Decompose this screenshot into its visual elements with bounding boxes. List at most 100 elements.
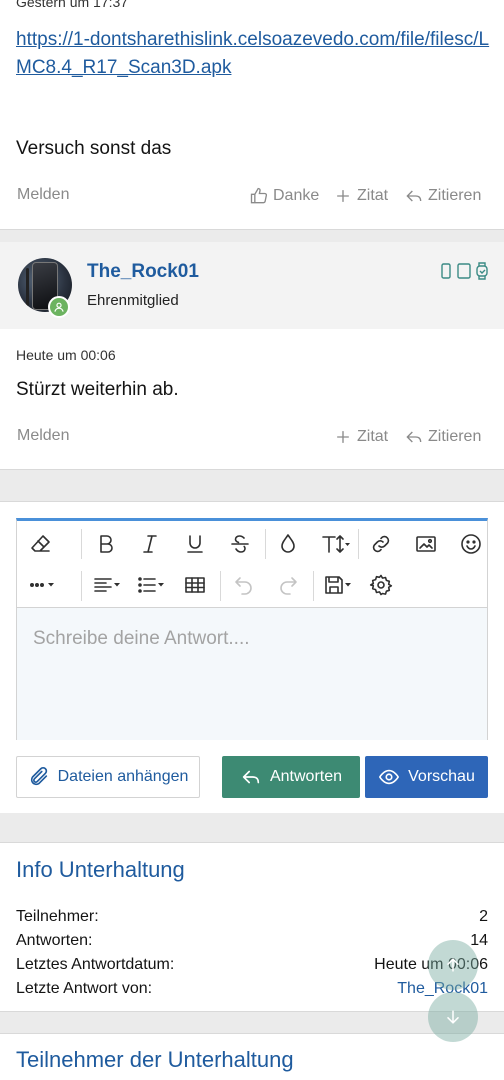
watch-icon: [476, 262, 488, 280]
post-link[interactable]: https://1-dontsharethislink.celsoazevedo…: [16, 26, 490, 82]
info-label: Letztes Antwortdatum:: [16, 956, 175, 973]
undo-button[interactable]: [226, 567, 262, 603]
plus-icon: [337, 190, 349, 202]
rich-text-editor: Schreibe deine Antwort....: [16, 518, 488, 740]
more-options-dropdown[interactable]: [23, 567, 63, 603]
thumbs-up-icon: [250, 187, 268, 204]
reply-icon: [406, 190, 422, 202]
reply-placeholder: Schreibe deine Antwort....: [33, 628, 250, 649]
quote-button[interactable]: Zitieren: [404, 186, 481, 206]
drafts-dropdown[interactable]: [317, 567, 359, 603]
info-row-participants: Teilnehmer: 2: [16, 908, 488, 926]
insert-table-button[interactable]: [177, 567, 213, 603]
post-text: Stürzt weiterhin ab.: [16, 379, 179, 400]
font-size-dropdown[interactable]: [314, 526, 356, 562]
thanks-label: Danke: [273, 187, 320, 204]
plus-icon: [337, 431, 349, 443]
stylus-shape: [26, 268, 29, 306]
info-row-replies: Antworten: 14: [16, 932, 488, 950]
bold-button[interactable]: [88, 526, 124, 562]
info-row-last-reply-date: Letztes Antwortdatum: Heute um 00:06: [16, 956, 488, 974]
tablet-icon: [457, 263, 471, 279]
italic-button[interactable]: [132, 526, 168, 562]
table-icon: [185, 577, 205, 593]
attach-files-button[interactable]: Dateien anhängen: [16, 756, 200, 798]
insert-image-button[interactable]: [408, 526, 444, 562]
clear-format-button[interactable]: [23, 526, 59, 562]
info-value: 2: [479, 908, 488, 925]
reply-button[interactable]: Antworten: [222, 756, 360, 798]
phone-icon: [441, 263, 451, 279]
report-label: Melden: [17, 427, 70, 444]
user-online-icon: [54, 302, 64, 312]
arrow-down-icon: [447, 1010, 459, 1024]
quote-button[interactable]: Zitieren: [404, 427, 481, 447]
info-label: Antworten:: [16, 932, 93, 949]
post-date: Gestern um 17:37: [16, 0, 129, 10]
report-button[interactable]: Melden: [17, 186, 69, 204]
list-dropdown[interactable]: [131, 567, 171, 603]
author-username[interactable]: The_Rock01: [87, 261, 199, 283]
underline-button[interactable]: [177, 526, 213, 562]
info-row-last-reply-by: Letzte Antwort von: The_Rock01: [16, 980, 488, 998]
arrow-up-icon: [447, 958, 459, 972]
quote-label: Zitieren: [428, 187, 482, 204]
strikethrough-icon: [231, 535, 249, 553]
preview-button[interactable]: Vorschau: [365, 756, 488, 798]
conversation-members-block: Teilnehmer der Unterhaltung: [0, 1033, 504, 1080]
post-text: Versuch sonst das: [16, 138, 172, 159]
redo-icon: [280, 577, 297, 595]
device-icons: [438, 262, 490, 280]
preview-label: Vorschau: [408, 768, 475, 785]
info-value: 14: [470, 932, 488, 949]
reply-textarea[interactable]: Schreibe deine Antwort....: [17, 608, 487, 740]
underline-icon: [187, 535, 203, 553]
text-size-icon: [322, 535, 350, 553]
link-icon: [372, 535, 390, 553]
reply-icon: [406, 431, 422, 443]
reply-label: Antworten: [269, 768, 343, 785]
conversation-info-block: Info Unterhaltung Teilnehmer: 2 Antworte…: [0, 842, 504, 1012]
attach-files-label: Dateien anhängen: [57, 768, 189, 785]
gear-icon: [369, 574, 393, 596]
reply-icon: [242, 770, 260, 784]
quote-plus-label: Zitat: [357, 187, 389, 204]
insert-link-button[interactable]: [363, 526, 399, 562]
scroll-down-button[interactable]: [428, 992, 478, 1042]
info-label: Teilnehmer:: [16, 908, 99, 925]
quote-plus-label: Zitat: [357, 428, 389, 445]
image-icon: [416, 536, 436, 552]
report-label: Melden: [17, 186, 70, 203]
bold-icon: [100, 535, 113, 553]
report-button[interactable]: Melden: [17, 427, 69, 445]
members-title: Teilnehmer der Unterhaltung: [16, 1047, 294, 1072]
post-date: Heute um 00:06: [16, 347, 116, 363]
post-author-header: [0, 242, 504, 329]
undo-icon: [235, 577, 252, 595]
info-label: Letzte Antwort von:: [16, 980, 153, 997]
align-dropdown[interactable]: [87, 567, 127, 603]
strikethrough-button[interactable]: [222, 526, 258, 562]
text-color-button[interactable]: [270, 526, 306, 562]
info-title: Info Unterhaltung: [16, 857, 185, 882]
paperclip-icon: [30, 767, 47, 786]
save-icon: [325, 576, 351, 594]
align-left-icon: [94, 578, 120, 592]
eraser-icon: [31, 535, 50, 552]
editor-toolbar: [17, 521, 487, 608]
thanks-button[interactable]: Danke: [249, 186, 319, 206]
settings-button[interactable]: [363, 567, 399, 603]
list-icon: [138, 577, 164, 593]
droplet-icon: [281, 534, 295, 553]
redo-button[interactable]: [270, 567, 306, 603]
quote-plus-button[interactable]: Zitat: [333, 186, 388, 206]
conversation-page: Gestern um 17:37 https://1-dontsharethis…: [0, 0, 504, 1080]
italic-icon: [143, 535, 157, 553]
quote-plus-button[interactable]: Zitat: [333, 427, 388, 447]
smiley-icon: [461, 534, 481, 554]
author-title: Ehrenmitglied: [87, 292, 179, 309]
message-post: Heute um 00:06 Stürzt weiterhin ab. Meld…: [0, 329, 504, 470]
scroll-up-button[interactable]: [428, 940, 478, 990]
online-badge: [48, 296, 70, 318]
insert-smiley-button[interactable]: [453, 526, 489, 562]
